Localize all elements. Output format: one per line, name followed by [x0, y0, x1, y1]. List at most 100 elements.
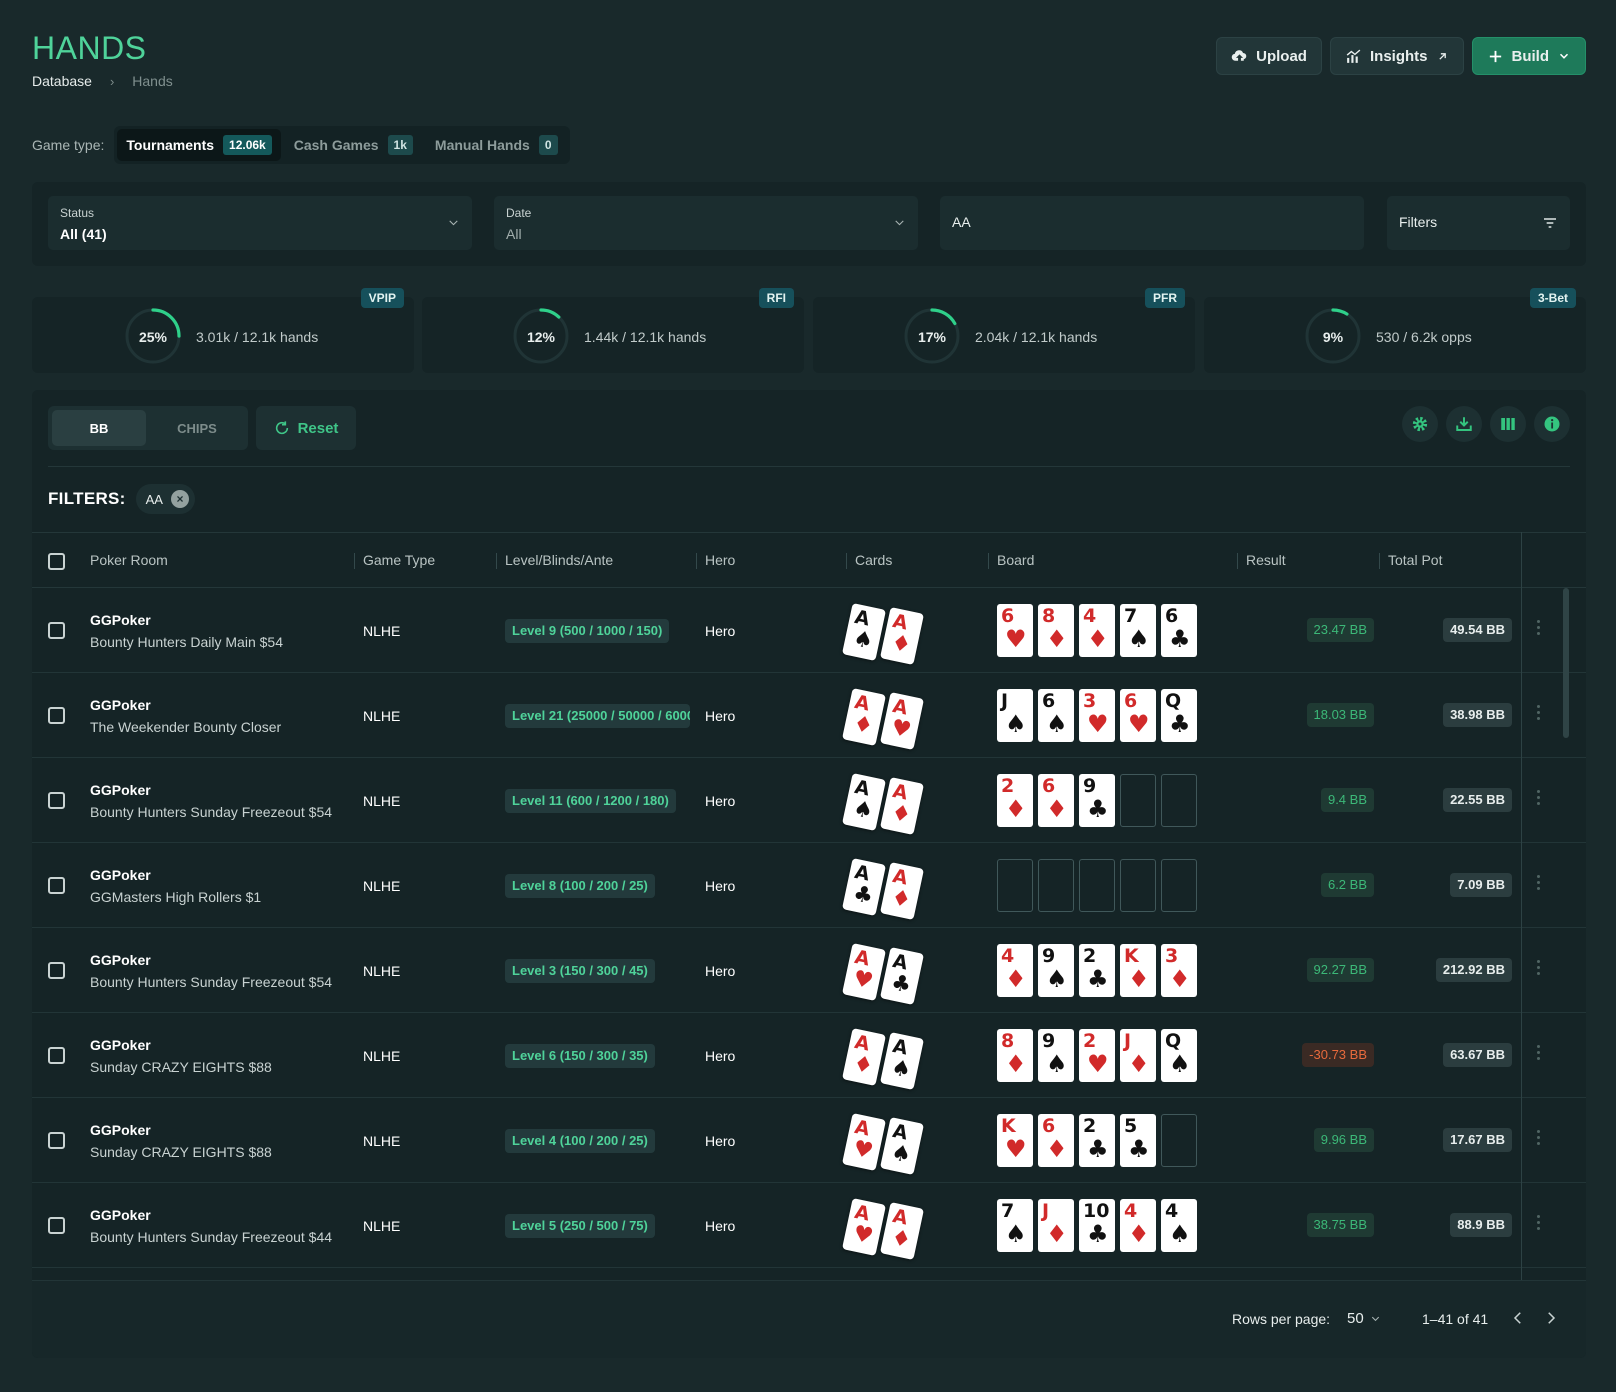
more-vertical-icon[interactable]	[1537, 1045, 1541, 1063]
game-type: NLHE	[363, 1218, 401, 1234]
row-checkbox[interactable]	[48, 877, 65, 894]
playing-card: A ♣	[879, 947, 925, 1005]
table-row[interactable]: GGPoker Bounty Hunters Daily Main $54 NLHE…	[32, 588, 1586, 673]
suit-icon: ♦	[888, 885, 914, 914]
table-row[interactable]: GGPoker GGMasters High Rollers $1 NLHE Leve…	[32, 843, 1586, 928]
playing-card: A ♠	[879, 1117, 925, 1175]
table-row[interactable]: GGPoker Sunday CRAZY EIGHTS $88 NLHE Level …	[32, 1013, 1586, 1098]
card-rank: 6	[1042, 775, 1056, 797]
build-button[interactable]: Build	[1471, 37, 1586, 75]
table-row[interactable]: GGPoker Bounty Hunters Sunday Freezeout $…	[32, 1183, 1586, 1268]
game-type: NLHE	[363, 878, 401, 894]
col-board[interactable]: Board	[997, 552, 1034, 568]
result-badge: 92.27 BB	[1306, 958, 1374, 982]
refresh-icon	[275, 421, 288, 435]
suit-icon: ♣	[1128, 1135, 1150, 1163]
tab-tournaments[interactable]: Tournaments 12.06k	[117, 129, 281, 161]
board-card: J ♦	[1120, 1029, 1156, 1082]
insights-button[interactable]: Insights	[1329, 37, 1464, 75]
suit-icon: ♣	[1169, 625, 1191, 653]
table-row[interactable]: GGPoker Bounty Hunters Sunday Freezeout $…	[32, 758, 1586, 843]
unit-chips-button[interactable]: CHIPS	[150, 410, 244, 446]
stat-tag: PFR	[1145, 288, 1185, 308]
col-hero[interactable]: Hero	[705, 552, 735, 568]
tab-manual-hands[interactable]: Manual Hands 0	[426, 129, 567, 161]
unit-bb-button[interactable]: BB	[52, 410, 146, 446]
row-checkbox[interactable]	[48, 1217, 65, 1234]
empty-card-slot	[1161, 1114, 1197, 1167]
suit-icon: ♦	[850, 1051, 876, 1080]
result-badge: 38.75 BB	[1306, 1213, 1374, 1237]
chevron-right-icon[interactable]	[1542, 1309, 1560, 1327]
download-button[interactable]	[1446, 406, 1482, 442]
suit-icon: ♦	[850, 711, 876, 740]
more-vertical-icon[interactable]	[1537, 960, 1541, 978]
filter-chip[interactable]: AA ×	[135, 484, 195, 514]
more-vertical-icon[interactable]	[1537, 1130, 1541, 1148]
scrollbar[interactable]	[1563, 588, 1569, 738]
tournament-name: Bounty Hunters Daily Main $54	[90, 634, 283, 650]
tournament-name: Bounty Hunters Sunday Freezeout $44	[90, 1229, 333, 1245]
row-checkbox[interactable]	[48, 962, 65, 979]
reset-button[interactable]: Reset	[256, 406, 356, 450]
board-card: 4 ♦	[1120, 1199, 1156, 1252]
board-cards: J ♠ 6 ♠ 3 ♥ 6 ♥ Q ♣	[997, 689, 1197, 742]
col-result[interactable]: Result	[1246, 552, 1286, 568]
date-select[interactable]: Date All	[494, 196, 918, 250]
row-checkbox[interactable]	[48, 1132, 65, 1149]
upload-button[interactable]: Upload	[1216, 37, 1322, 75]
row-checkbox[interactable]	[48, 792, 65, 809]
status-select[interactable]: Status All (41)	[48, 196, 472, 250]
rows-per-page-select[interactable]: 50	[1347, 1310, 1381, 1327]
more-vertical-icon[interactable]	[1537, 620, 1541, 638]
suit-icon: ♦	[1005, 965, 1027, 993]
row-checkbox[interactable]	[48, 622, 65, 639]
select-all-checkbox[interactable]	[48, 553, 65, 570]
col-game-type[interactable]: Game Type	[363, 552, 435, 568]
suit-icon: ♠	[1128, 625, 1150, 653]
tab-cash-games[interactable]: Cash Games 1k	[285, 129, 422, 161]
filters-button[interactable]: Filters	[1387, 196, 1570, 250]
search-value: AA	[952, 214, 971, 230]
level-badge: Level 8 (100 / 200 / 25)	[505, 874, 655, 898]
settings-button[interactable]	[1402, 406, 1438, 442]
row-checkbox[interactable]	[48, 707, 65, 724]
row-checkbox[interactable]	[48, 1047, 65, 1064]
hand-search-input[interactable]: AA	[940, 196, 1364, 250]
hero-name: Hero	[705, 1133, 736, 1149]
stat-percent: 12%	[526, 329, 556, 345]
stat-card: 3-Bet 9% 530 / 6.2k opps	[1204, 288, 1586, 373]
table-row[interactable]: GGPoker Sunday CRAZY EIGHTS $88 NLHE Level …	[32, 1098, 1586, 1183]
board-card: 9 ♣	[1079, 774, 1115, 827]
table-row[interactable]: GGPoker Bounty Hunters Sunday Freezeout $…	[32, 928, 1586, 1013]
table-row[interactable]: GGPoker The Weekender Bounty Closer NLHE Le…	[32, 673, 1586, 758]
more-vertical-icon[interactable]	[1537, 790, 1541, 808]
info-button[interactable]	[1534, 406, 1570, 442]
total-pot-badge: 17.67 BB	[1443, 1128, 1512, 1152]
col-cards[interactable]: Cards	[855, 552, 892, 568]
card-rank: J	[1001, 690, 1009, 712]
board-card: 9 ♠	[1038, 1029, 1074, 1082]
board-card: 2 ♥	[1079, 1029, 1115, 1082]
hole-cards: A ♥ A ♠	[841, 1112, 931, 1175]
close-icon[interactable]: ×	[170, 490, 189, 508]
chevron-left-icon[interactable]	[1509, 1309, 1527, 1327]
card-rank: 2	[1083, 945, 1097, 967]
card-rank: 8	[1042, 605, 1056, 627]
table-row[interactable]	[32, 1268, 1586, 1280]
tab-label: Manual Hands	[434, 137, 530, 153]
card-rank: K	[1124, 945, 1139, 967]
table-body: GGPoker Bounty Hunters Daily Main $54 NLHE…	[32, 588, 1586, 1280]
breadcrumb-database[interactable]: Database	[32, 73, 92, 89]
col-poker-room[interactable]: Poker Room	[90, 552, 168, 568]
game-type: NLHE	[363, 623, 401, 639]
suit-icon: ♠	[1046, 710, 1068, 738]
col-total-pot[interactable]: Total Pot	[1388, 552, 1442, 568]
more-vertical-icon[interactable]	[1537, 1215, 1541, 1233]
card-rank: 9	[1042, 1030, 1056, 1052]
upload-label: Upload	[1256, 47, 1307, 65]
col-level[interactable]: Level/Blinds/Ante	[505, 552, 613, 568]
more-vertical-icon[interactable]	[1537, 875, 1541, 893]
more-vertical-icon[interactable]	[1537, 705, 1541, 723]
columns-button[interactable]	[1490, 406, 1526, 442]
